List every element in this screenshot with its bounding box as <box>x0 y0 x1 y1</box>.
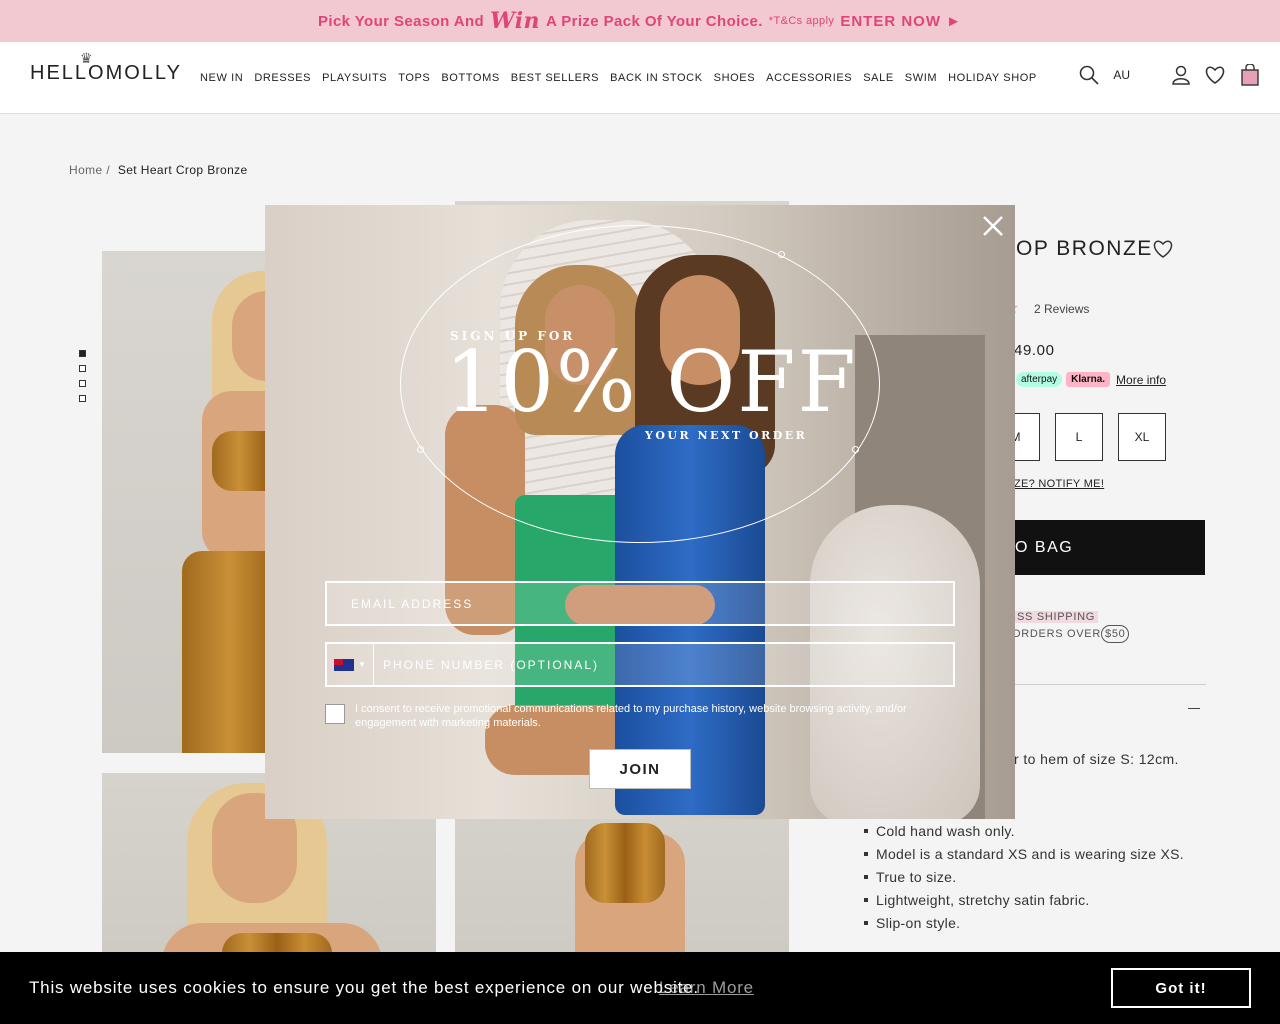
gallery-dot[interactable] <box>79 350 86 357</box>
add-to-wishlist-heart-icon[interactable] <box>1152 239 1174 264</box>
product-price: 49.00 <box>1014 342 1055 359</box>
nav-shoes[interactable]: SHOES <box>714 72 756 84</box>
promo-tcs: *T&Cs apply <box>768 15 835 27</box>
learn-more-link[interactable]: Learn More <box>659 978 754 998</box>
list-item: Lightweight, stretchy satin fabric. <box>864 889 1184 912</box>
wishlist-icon[interactable] <box>1204 65 1226 85</box>
site-header: ♛ HELLOMOLLY NEW IN DRESSES PLAYSUITS TO… <box>0 42 1280 114</box>
list-item: Cold hand wash only. <box>864 820 1184 843</box>
accept-cookies-button[interactable]: Got it! <box>1111 968 1251 1008</box>
australia-flag-icon <box>334 658 355 671</box>
cookie-banner: This website uses cookies to ensure you … <box>0 952 1280 1024</box>
afterpay-badge: afterpay <box>1016 372 1063 387</box>
promo-text-before: Pick Your Season And <box>317 12 485 30</box>
product-title: OP BRONZE <box>1016 237 1153 260</box>
signup-modal: SIGN UP FOR 10% OFF YOUR NEXT ORDER EMAI… <box>265 205 1015 819</box>
list-item: True to size. <box>864 866 1184 889</box>
notify-me-link[interactable]: ZE? NOTIFY ME! <box>1014 478 1104 490</box>
gallery-dot[interactable] <box>79 365 86 372</box>
gallery-dot[interactable] <box>79 395 86 402</box>
cookie-message: This website uses cookies to ensure you … <box>29 978 699 997</box>
crown-icon: ♛ <box>80 50 95 66</box>
modal-subline: YOUR NEXT ORDER <box>645 429 808 442</box>
payment-options: afterpay Klarna. More info <box>1016 372 1166 387</box>
consent-text: I consent to receive promotional communi… <box>355 703 907 729</box>
ellipse-dot <box>852 446 859 453</box>
nav-bottoms[interactable]: BOTTOMS <box>441 72 499 84</box>
shipping-amount: $50 <box>1101 625 1130 643</box>
page: Pick Your Season And Win A Prize Pack Of… <box>0 0 1280 1024</box>
add-to-bag-button[interactable]: O BAG <box>1010 520 1205 575</box>
detail-measurement: r to hem of size S: 12cm. <box>1014 751 1179 767</box>
shipping-line-1: SS SHIPPING <box>1014 611 1098 623</box>
ellipse-dot <box>778 251 785 258</box>
reviews-link[interactable]: 2 Reviews <box>1034 302 1089 316</box>
nav-accessories[interactable]: ACCESSORIES <box>766 72 852 84</box>
search-icon[interactable] <box>1079 65 1099 85</box>
bag-icon[interactable] <box>1240 64 1260 86</box>
country-code-selector[interactable]: ▼ <box>327 644 374 685</box>
shipping-line-2: ORDERS OVER $50 <box>1012 625 1130 643</box>
header-actions: AU <box>1079 64 1260 86</box>
consent-row: I consent to receive promotional communi… <box>325 702 955 730</box>
klarna-badge: Klarna. <box>1066 372 1111 387</box>
consent-checkbox[interactable] <box>325 704 345 724</box>
breadcrumb-current: Set Heart Crop Bronze <box>117 163 248 177</box>
ellipse-dot <box>417 446 424 453</box>
account-icon[interactable] <box>1172 65 1190 85</box>
promo-text-after: A Prize Pack Of Your Choice. <box>545 12 763 30</box>
size-option-xl[interactable]: XL <box>1118 413 1166 461</box>
breadcrumb-separator: / <box>106 163 111 177</box>
nav-back-in-stock[interactable]: BACK IN STOCK <box>610 72 703 84</box>
modal-headline: 10% OFF <box>445 333 858 431</box>
nav-swim[interactable]: SWIM <box>905 72 937 84</box>
logo-text: HELLOMOLLY <box>30 62 182 84</box>
more-info-link[interactable]: More info <box>1116 373 1166 387</box>
details-divider <box>1010 684 1206 685</box>
email-field[interactable]: EMAIL ADDRESS <box>325 581 955 626</box>
nav-sale[interactable]: SALE <box>863 72 894 84</box>
join-button[interactable]: JOIN <box>589 749 691 789</box>
gallery-dot[interactable] <box>79 380 86 387</box>
size-selector: M L XL <box>992 413 1166 461</box>
crop-top <box>585 823 665 903</box>
size-option-l[interactable]: L <box>1055 413 1103 461</box>
breadcrumb-home[interactable]: Home <box>69 163 103 177</box>
promo-enter-link[interactable]: ENTER NOW ► <box>840 13 962 30</box>
gallery-pagination <box>79 350 86 402</box>
nav-new-in[interactable]: NEW IN <box>200 72 243 84</box>
close-icon[interactable] <box>982 215 1004 242</box>
collapse-minus-icon[interactable] <box>1188 708 1200 709</box>
list-item: Model is a standard XS and is wearing si… <box>864 843 1184 866</box>
promo-banner[interactable]: Pick Your Season And Win A Prize Pack Of… <box>0 0 1280 42</box>
phone-field[interactable]: ▼ PHONE NUMBER (OPTIONAL) <box>325 642 955 687</box>
shipping-line-2-text: ORDERS OVER <box>1012 628 1101 640</box>
breadcrumb: Home / Set Heart Crop Bronze <box>69 163 248 177</box>
promo-win: Win <box>490 8 540 34</box>
nav-holiday-shop[interactable]: HOLIDAY SHOP <box>948 72 1037 84</box>
product-details-list: Cold hand wash only. Model is a standard… <box>864 820 1184 935</box>
nav-playsuits[interactable]: PLAYSUITS <box>322 72 387 84</box>
chevron-down-icon: ▼ <box>358 660 366 669</box>
region-selector[interactable]: AU <box>1113 68 1130 82</box>
nav-dresses[interactable]: DRESSES <box>254 72 311 84</box>
main-nav: NEW IN DRESSES PLAYSUITS TOPS BOTTOMS BE… <box>200 72 1037 84</box>
nav-best-sellers[interactable]: BEST SELLERS <box>511 72 599 84</box>
list-item: Slip-on style. <box>864 912 1184 935</box>
logo[interactable]: ♛ HELLOMOLLY <box>30 50 182 85</box>
nav-tops[interactable]: TOPS <box>398 72 430 84</box>
phone-placeholder: PHONE NUMBER (OPTIONAL) <box>383 657 600 672</box>
